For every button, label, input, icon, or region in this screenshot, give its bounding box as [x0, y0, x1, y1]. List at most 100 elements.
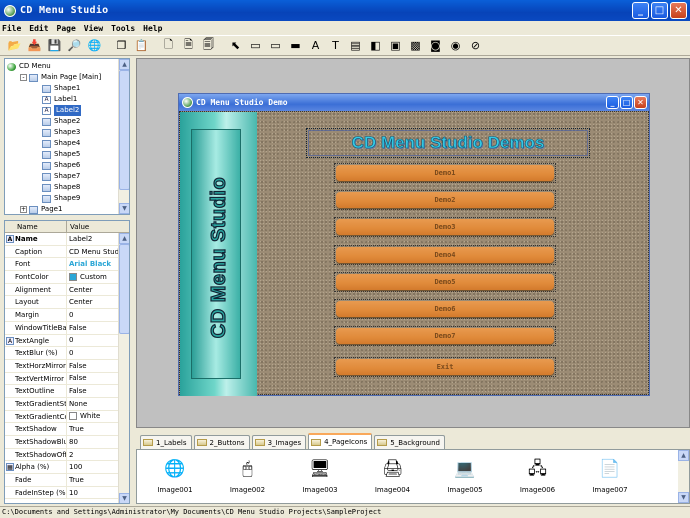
menu-button-demo7[interactable]: Demo7	[334, 326, 556, 347]
property-row[interactable]: A TextAngle 0	[5, 334, 129, 348]
properties-scroll-thumb[interactable]	[119, 244, 129, 334]
gallery-item[interactable]: 🖱 Image002	[218, 458, 278, 494]
minimize-button[interactable]: _	[632, 2, 649, 19]
paste-button[interactable]: 📋	[133, 37, 150, 54]
property-row[interactable]: FadeInStep (%) 10	[5, 486, 129, 500]
gallery-scrollbar[interactable]: ▲ ▼	[678, 450, 689, 503]
tree-item[interactable]: Shape2	[5, 116, 129, 127]
tree-item[interactable]: Shape3	[5, 127, 129, 138]
project-tree[interactable]: CD Menu - Main Page [Main] Shape1 A Label1 A La…	[4, 58, 130, 215]
property-row[interactable]: Caption CD Menu Studio	[5, 245, 129, 259]
web-tool-button[interactable]: ⊘	[467, 37, 484, 54]
image-tool-button[interactable]: ▬	[287, 37, 304, 54]
minimize-button[interactable]: _	[606, 96, 619, 109]
open-folder-button[interactable]: 📂	[6, 37, 23, 54]
tree-item[interactable]: Shape9	[5, 193, 129, 204]
menu-button-demo4[interactable]: Demo4	[334, 244, 556, 265]
import-button[interactable]: 📥	[26, 37, 43, 54]
close-button[interactable]: ✕	[634, 96, 647, 109]
property-row[interactable]: Margin 0	[5, 309, 129, 322]
tab-2_buttons[interactable]: 2_Buttons	[193, 435, 250, 449]
menu-view[interactable]: View	[84, 24, 103, 33]
property-row[interactable]: A Name Label2	[5, 233, 129, 246]
menu-button-demo6[interactable]: Demo6	[334, 299, 556, 319]
scroll-down-icon[interactable]: ▼	[119, 203, 129, 214]
menu-edit[interactable]: Edit	[29, 24, 48, 33]
page-button[interactable]: 🗎	[180, 37, 197, 54]
maximize-button[interactable]: □	[651, 2, 668, 19]
menu-title-label[interactable]: CD Menu Studio Demos	[306, 128, 590, 158]
tree-item[interactable]: Shape5	[5, 149, 129, 160]
menu-help[interactable]: Help	[143, 24, 162, 33]
button-tool-button[interactable]: ▭	[247, 37, 264, 54]
tree-item[interactable]: Shape7	[5, 171, 129, 182]
tree-item[interactable]: + Page1	[5, 204, 129, 214]
picture-tool-button[interactable]: ▩	[407, 37, 424, 54]
find-button[interactable]: 🔎	[66, 37, 83, 54]
property-row[interactable]: TextShadowOffset2	[5, 448, 129, 462]
copy-button[interactable]: ❐	[113, 37, 130, 54]
property-row[interactable]: TextHorzMirror False	[5, 359, 129, 373]
property-row[interactable]: TextGradientColor White	[5, 410, 129, 424]
page-settings-button[interactable]: 🗐	[200, 37, 217, 54]
scroll-down-icon[interactable]: ▼	[678, 492, 689, 503]
tab-5_background[interactable]: 5_Background	[374, 435, 445, 449]
tree-item[interactable]: Shape4	[5, 138, 129, 149]
label-tool-button[interactable]: T	[327, 37, 344, 54]
close-button[interactable]: ✕	[670, 2, 687, 19]
property-row[interactable]: FontColor Custom	[5, 271, 129, 284]
expand-icon[interactable]: +	[20, 206, 27, 213]
property-row[interactable]: TextShadow True	[5, 423, 129, 436]
menu-page-body[interactable]: CD Menu Studio CD Menu Studio Demos Demo…	[179, 111, 649, 396]
scroll-down-icon[interactable]: ▼	[119, 493, 129, 503]
new-page-button[interactable]: 🗋	[160, 37, 177, 54]
scroll-up-icon[interactable]: ▲	[119, 59, 129, 70]
rectangle-tool-button[interactable]: ▭	[267, 37, 284, 54]
tree-item[interactable]: A Label1	[5, 94, 129, 105]
property-row[interactable]: TextGradientStyleNone	[5, 397, 129, 411]
property-row[interactable]: TextOutline False	[5, 385, 129, 398]
save-button[interactable]: 💾	[46, 37, 63, 54]
scroll-up-icon[interactable]: ▲	[678, 450, 689, 461]
tab-1_labels[interactable]: 1_Labels	[140, 435, 192, 449]
scroll-up-icon[interactable]: ▲	[119, 233, 129, 244]
tree-scroll-thumb[interactable]	[119, 70, 129, 190]
tree-item[interactable]: CD Menu	[5, 61, 129, 72]
property-row[interactable]: ▦ Alpha (%) 100	[5, 461, 129, 475]
box-tool-button[interactable]: ▣	[387, 37, 404, 54]
tab-4_pageicons[interactable]: 4_PageIcons	[308, 433, 373, 449]
maximize-button[interactable]: □	[620, 96, 633, 109]
sidebar-label[interactable]: CD Menu Studio	[208, 157, 231, 357]
media-tool-button[interactable]: ◙	[427, 37, 444, 54]
gallery-item[interactable]: 🖥 Image003	[290, 458, 350, 494]
menu-button-demo3[interactable]: Demo3	[334, 217, 556, 238]
gallery-item[interactable]: 💻 Image005	[435, 458, 495, 494]
property-row[interactable]: TextVertMirror False	[5, 372, 129, 386]
tab-3_images[interactable]: 3_Images	[251, 435, 307, 449]
menu-page[interactable]: Page	[57, 24, 76, 33]
menu-button-demo2[interactable]: Demo2	[334, 190, 556, 211]
tree-item[interactable]: - Main Page [Main]	[5, 72, 129, 83]
gallery-item[interactable]: 🖧 Image006	[508, 458, 568, 494]
menu-button-demo1[interactable]: Demo1	[334, 163, 556, 183]
menu-tools[interactable]: Tools	[111, 24, 135, 33]
collapse-icon[interactable]: -	[20, 74, 27, 81]
properties-scrollbar[interactable]: ▲ ▼	[118, 233, 129, 503]
property-row[interactable]: Font Arial Black	[5, 258, 129, 272]
property-row[interactable]: TextShadowBlur 80	[5, 436, 129, 449]
shape-tool-button[interactable]: ◧	[367, 37, 384, 54]
tree-item[interactable]: A Label2	[5, 105, 129, 116]
gallery-item[interactable]: 🖨 Image004	[363, 458, 423, 494]
property-row[interactable]: WindowTitleBar False	[5, 321, 129, 335]
property-row[interactable]: Fade True	[5, 474, 129, 487]
sidebar-shape[interactable]: CD Menu Studio	[180, 112, 257, 396]
menu-file[interactable]: File	[2, 24, 21, 33]
menu-button-demo5[interactable]: Demo5	[334, 271, 556, 292]
gallery-item[interactable]: 📄 Image007	[580, 458, 640, 494]
tree-scrollbar[interactable]: ▲ ▼	[118, 59, 129, 214]
design-window[interactable]: CD Menu Studio Demo _ □ ✕ CD Menu Studio…	[178, 93, 650, 396]
link-tool-button[interactable]: ▤	[347, 37, 364, 54]
property-row[interactable]: Layout Center	[5, 296, 129, 310]
tree-item[interactable]: Shape8	[5, 182, 129, 193]
radio-tool-button[interactable]: ◉	[447, 37, 464, 54]
